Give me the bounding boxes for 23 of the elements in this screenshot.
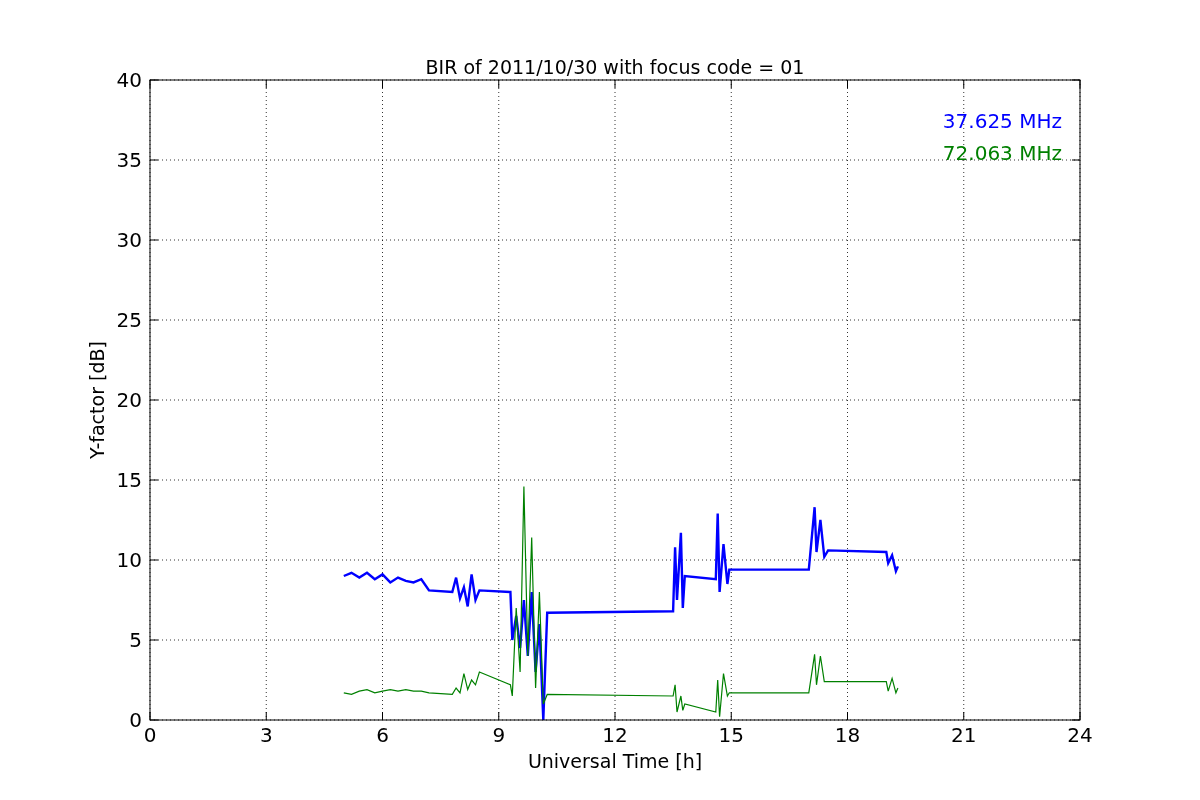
y-tick-label: 35 [116, 148, 142, 172]
y-tick-label: 25 [116, 308, 142, 332]
x-tick-label: 9 [492, 723, 506, 747]
y-axis-label: Y-factor [dB] [86, 341, 108, 459]
x-tick-label: 24 [1067, 723, 1093, 747]
y-tick-label: 10 [116, 548, 142, 572]
x-tick-label: 21 [951, 723, 977, 747]
chart-title: BIR of 2011/10/30 with focus code = 01 [425, 56, 805, 78]
x-tick-label: 18 [834, 723, 861, 747]
x-axis-label: Universal Time [h] [527, 750, 703, 772]
x-tick-label: 0 [143, 723, 157, 747]
y-tick-label: 0 [129, 708, 142, 732]
x-tick-label: 12 [602, 723, 628, 747]
legend-label: 72.063 MHz [942, 141, 1062, 165]
y-tick-label: 5 [129, 628, 142, 652]
x-tick-label: 6 [376, 723, 389, 747]
y-tick-label: 20 [116, 388, 142, 412]
x-tick-label: 15 [718, 723, 744, 747]
y-tick-label: 30 [116, 228, 142, 252]
legend-label: 37.625 MHz [942, 109, 1062, 133]
y-tick-label: 40 [116, 68, 142, 92]
y-tick-label: 15 [116, 468, 142, 492]
x-tick-label: 3 [259, 723, 273, 747]
